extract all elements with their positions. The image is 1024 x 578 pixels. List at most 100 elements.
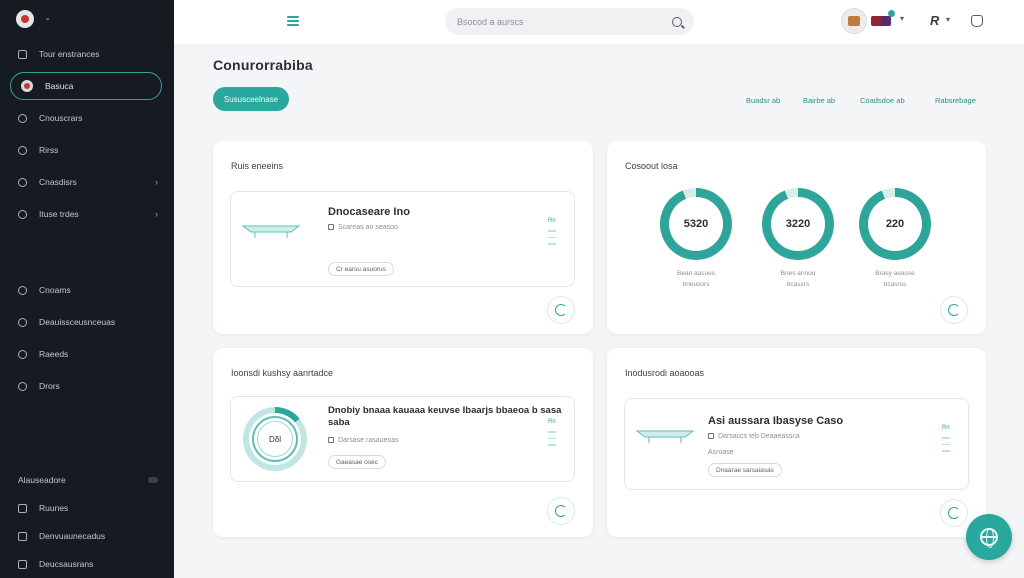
ring-caption: Brasy aeasse [875,270,915,277]
tag-chip[interactable]: Gaeasae osec [328,455,386,469]
sidebar-item-label: Basuca [45,81,74,91]
document-icon [328,437,334,444]
item-title: Asi aussara Ibasyse Caso [708,415,844,427]
item-meta-text: Darsaccs teb Deaaeassca [718,433,800,440]
primary-action-button[interactable]: Sususceelnase [213,87,289,111]
stat-ring-1: 3220 Bnes annou bcassrs [762,188,834,288]
globe-fab-button[interactable] [966,514,1012,560]
search-input[interactable] [457,16,672,27]
sidebar-item-bottom-2[interactable]: Denvuaunecadus [0,522,174,550]
refresh-icon[interactable] [547,296,575,324]
side-label: Rn [548,419,556,425]
circle-icon [18,285,27,295]
circle-icon [18,317,27,327]
ring-subcaption: bcassrs [786,281,810,288]
sidebar-item-8[interactable]: Raeeds [0,338,174,370]
chevron-right-icon: › [155,209,158,219]
app-logo [16,10,34,28]
list-item[interactable]: Asi aussara Ibasyse Caso Darsaccs teb De… [624,398,969,490]
tray-icon [635,430,695,443]
sidebar-item-6[interactable]: Cnoams [0,274,174,306]
card-title: Inodusrodi aoaooas [625,368,705,378]
filter-link-1[interactable]: Bairbe ab [803,96,835,105]
cup-icon[interactable] [971,15,983,27]
document-icon [708,433,714,440]
refresh-icon[interactable] [940,296,968,324]
sidebar-item-3[interactable]: Rirss [0,134,174,166]
refresh-icon[interactable] [547,497,575,525]
filter-link-3[interactable]: Rabsrebage [935,96,976,105]
item-meta: Scareas ao seasoo [328,224,398,231]
side-label: Rn [942,425,950,431]
circle-icon [18,145,27,155]
sidebar-nav-secondary: Cnoams Deauissceusnceuas Raeeds Drors [0,274,174,402]
sidebar-item-2[interactable]: Cnouscrars [0,102,174,134]
card-bottom-right: Inodusrodi aoaooas Asi aussara Ibasyse C… [607,348,986,537]
sidebar-item-label: Alauseadore [18,475,66,485]
menu-icon[interactable] [287,16,299,26]
card-title: Ruis eneeins [231,161,284,171]
sidebar-item-label: Tour enstrances [39,49,100,59]
card-top-left: Ruis eneeins Dnocaseare Ino Scareas ao s… [213,141,593,334]
sidebar-footer: Alauseadore Ruunes Denvuaunecadus Deucsa… [0,466,174,578]
circle-icon [18,113,27,123]
sidebar-item-label: Cnoams [39,285,71,295]
sidebar-brand[interactable]: - [0,0,174,38]
sidebar-item-label: Ituse trdes [39,209,79,219]
toggle-switch[interactable] [148,477,158,483]
item-meta: Darsaccs teb Deaaeassca [708,433,800,440]
side-label: Rn [548,218,556,224]
sidebar-item-1-active[interactable]: Basuca [10,72,162,100]
sidebar-item-bottom-1[interactable]: Ruunes [0,494,174,522]
square-icon [18,49,27,59]
stat-ring-2: 220 Brasy aeasse bcasrss [859,188,931,288]
circle-icon [18,381,27,391]
filter-link-2[interactable]: Coadsdoe ab [860,96,905,105]
card-title: Cosoout losa [625,161,678,171]
search-icon[interactable] [672,16,682,27]
filter-link-0[interactable]: Buadsr ab [746,96,780,105]
card-bottom-left: Ioonsdi kushsy aanrtadce Dδl Dnobiy bnaa… [213,348,593,537]
ring-value: 5320 [669,197,723,251]
ring-value: 220 [868,197,922,251]
sidebar-item-label: Drors [39,381,60,391]
progress-ring: 3220 [762,188,834,260]
tray-icon [241,225,301,238]
list-item[interactable]: Dnocaseare Ino Scareas ao seasoo Cr ears… [230,191,575,287]
avatar[interactable] [841,8,867,34]
item-meta-text: Scareas ao seasoo [338,224,398,231]
card-title: Ioonsdi kushsy aanrtadce [231,368,334,378]
chevron-down-icon[interactable]: ▾ [946,15,950,24]
sidebar-item-9[interactable]: Drors [0,370,174,402]
user-icon[interactable]: R [930,13,939,28]
notification-dot [888,10,895,17]
brand-text: - [46,13,50,25]
sidebar-item-bottom-3[interactable]: Deucsausrans [0,550,174,578]
document-icon [328,224,334,231]
sidebar-item-label: Cnasdisrs [39,177,77,187]
ring-subcaption: bcasrss [883,281,907,288]
sidebar-item-5[interactable]: Ituse trdes › [0,198,174,230]
tag-chip[interactable]: Dnaarae sarsaiasas [708,463,782,477]
globe-icon [980,528,998,548]
refresh-icon[interactable] [940,499,968,527]
sidebar-item-settings[interactable]: Alauseadore [0,466,174,494]
sidebar-item-label: Rirss [39,145,59,155]
list-item[interactable]: Dδl Dnobiy bnaaa kauaaa keuvse Ibaarjs b… [230,396,575,482]
language-flag-icon[interactable] [871,16,891,26]
item-meta-secondary: Asroase [708,449,734,456]
sidebar-item-4[interactable]: Cnasdisrs › [0,166,174,198]
ring-value: Dδl [257,421,293,457]
item-meta-text: Darsase rasaueoas [338,437,399,444]
circle-icon [18,349,27,359]
sidebar-item-0[interactable]: Tour enstrances [0,38,174,70]
home-icon [21,80,33,92]
square-icon [18,503,27,513]
side-ticks: Rn [548,419,558,451]
sidebar-item-label: Raeeds [39,349,69,359]
progress-ring: Dδl [243,407,307,471]
chevron-down-icon[interactable]: ▾ [900,14,904,23]
tag-chip[interactable]: Cr earsu asuorus [328,262,394,276]
sidebar-item-7[interactable]: Deauissceusnceuas [0,306,174,338]
page-title: Conurorrabiba [213,57,313,73]
